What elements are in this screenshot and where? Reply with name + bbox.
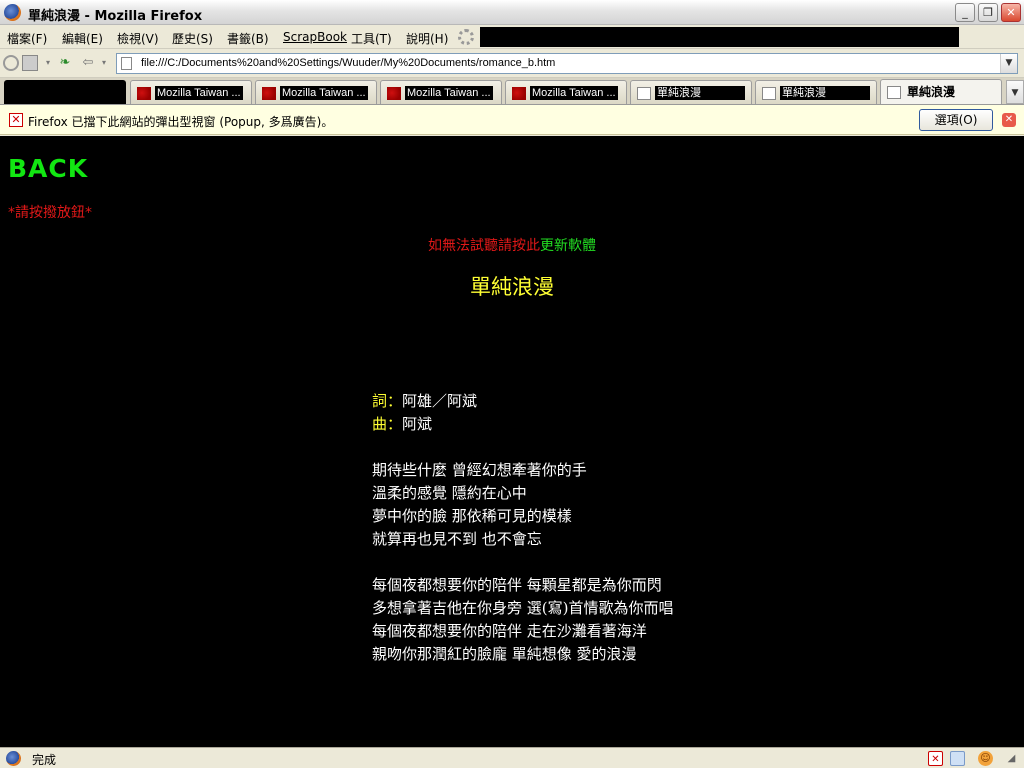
popup-blocked-bar: ✕ Firefox 已擋下此網站的彈出型視窗 (Popup, 多爲廣告)。 選項… xyxy=(0,105,1024,135)
dropdown-arrow-icon[interactable]: ▾ xyxy=(40,55,56,71)
tab-label: 單純浪漫 xyxy=(655,86,745,100)
menu-edit[interactable]: 編輯(E) xyxy=(62,30,103,47)
tab-song-active[interactable]: 單純浪漫 xyxy=(880,79,1002,104)
menu-history[interactable]: 歷史(S) xyxy=(172,30,213,47)
lyric-line: 親吻你那潤紅的臉龐 單純想像 愛的浪漫 xyxy=(372,645,637,663)
tab-redacted[interactable] xyxy=(4,80,126,104)
mozilla-dino-icon xyxy=(137,87,151,100)
minimize-button[interactable]: _ xyxy=(955,3,975,22)
menu-bar: 檔案(F) 編輯(E) 檢視(V) 歷史(S) 書籤(B) ScrapBook … xyxy=(0,25,1024,49)
tab-label: Mozilla Taiwan ... xyxy=(530,86,618,100)
url-bar[interactable]: file:///C:/Documents%20and%20Settings/Wu… xyxy=(116,53,1018,74)
firefox-status-icon xyxy=(6,751,21,766)
tab-label: Mozilla Taiwan ... xyxy=(405,86,493,100)
url-text[interactable]: file:///C:/Documents%20and%20Settings/Wu… xyxy=(141,57,555,69)
page-icon xyxy=(637,87,651,100)
back-button[interactable]: ⇦ xyxy=(80,55,96,71)
settings-gear-icon[interactable] xyxy=(3,55,19,71)
tab-song-2[interactable]: 單純浪漫 xyxy=(755,80,877,104)
play-hint: *請按撥放鈕* xyxy=(8,205,92,221)
history-dropdown-icon[interactable]: ▾ xyxy=(96,55,112,71)
close-window-button[interactable]: ✕ xyxy=(1001,3,1021,22)
song-title: 單純浪漫 xyxy=(470,275,554,299)
menu-bookmarks[interactable]: 書籤(B) xyxy=(227,30,269,47)
mozilla-dino-icon xyxy=(262,87,276,100)
throbber-icon xyxy=(458,29,474,45)
page-content: BACK *請按撥放鈕* 如無法試聽請按此更新軟體 單純浪漫 詞：阿雄／阿斌 曲… xyxy=(0,136,1024,747)
tab-song-1[interactable]: 單純浪漫 xyxy=(630,80,752,104)
status-text: 完成 xyxy=(32,753,57,767)
composer-label: 曲： xyxy=(372,415,403,433)
blocked-popup-icon: ✕ xyxy=(9,113,23,127)
page-icon xyxy=(887,86,901,99)
leaf-icon[interactable]: ❧ xyxy=(57,55,73,71)
window-title: 單純浪漫 - Mozilla Firefox xyxy=(28,9,203,24)
title-bar[interactable]: 單純浪漫 - Mozilla Firefox _ ❐ ✕ xyxy=(0,0,1024,25)
lyric-line: 夢中你的臉 那依稀可見的模樣 xyxy=(372,507,572,525)
tab-mozilla-taiwan-1[interactable]: Mozilla Taiwan ... xyxy=(130,80,252,104)
lyric-line: 每個夜都想要你的陪伴 走在沙灘看著海洋 xyxy=(372,622,647,640)
tab-bar: Mozilla Taiwan ... Mozilla Taiwan ... Mo… xyxy=(0,78,1024,105)
resize-grip-icon[interactable]: ◢ xyxy=(1004,751,1019,766)
redacted-area xyxy=(480,27,959,47)
tab-label: 單純浪漫 xyxy=(907,85,956,99)
lyric-line: 溫柔的感覺 隱約在心中 xyxy=(372,484,527,502)
firefox-logo-icon xyxy=(4,4,21,21)
tab-mozilla-taiwan-2[interactable]: Mozilla Taiwan ... xyxy=(255,80,377,104)
lyricist-line: 詞：阿雄／阿斌 xyxy=(372,390,673,413)
navigation-toolbar: ▾ ❧ ⇦ ▾ file:///C:/Documents%20and%20Set… xyxy=(0,49,1024,78)
mozilla-dino-icon xyxy=(512,87,526,100)
lyrics-block: 詞：阿雄／阿斌 曲：阿斌 期待些什麼 曾經幻想牽著你的手 溫柔的感覺 隱約在心中… xyxy=(372,390,673,666)
tab-label: Mozilla Taiwan ... xyxy=(155,86,243,100)
screenshot-tool-icon[interactable] xyxy=(22,55,38,71)
menu-tools[interactable]: 工具(T) xyxy=(351,30,392,47)
mozilla-dino-icon xyxy=(387,87,401,100)
lyric-line: 每個夜都想要你的陪伴 每顆星都是為你而閃 xyxy=(372,576,662,594)
smiley-status-icon[interactable]: ☺ xyxy=(978,751,993,766)
options-button[interactable]: 選項(O) xyxy=(919,109,993,131)
menu-help[interactable]: 說明(H) xyxy=(406,30,448,47)
menu-view[interactable]: 檢視(V) xyxy=(117,30,159,47)
status-bar: 完成 ✕ ☺ ◢ xyxy=(0,747,1024,768)
lyricist-value: 阿雄／阿斌 xyxy=(402,392,478,410)
tab-label: Mozilla Taiwan ... xyxy=(280,86,368,100)
restore-button[interactable]: ❐ xyxy=(978,3,998,22)
tab-label: 單純浪漫 xyxy=(780,86,870,100)
tab-mozilla-taiwan-4[interactable]: Mozilla Taiwan ... xyxy=(505,80,627,104)
url-dropdown-button[interactable]: ▼ xyxy=(1000,54,1017,73)
composer-line: 曲：阿斌 xyxy=(372,413,673,436)
popup-blocked-status-icon[interactable]: ✕ xyxy=(928,751,943,766)
page-icon xyxy=(762,87,776,100)
update-prefix: 如無法試聽請按此 xyxy=(428,238,540,254)
popup-blocked-message: Firefox 已擋下此網站的彈出型視窗 (Popup, 多爲廣告)。 xyxy=(28,115,334,129)
close-bar-icon[interactable]: ✕ xyxy=(1002,113,1016,127)
lyric-line: 多想拿著吉他在你身旁 選(寫)首情歌為你而唱 xyxy=(372,599,674,617)
sidebar-status-icon[interactable] xyxy=(950,751,965,766)
back-link[interactable]: BACK xyxy=(8,154,88,183)
page-icon xyxy=(121,57,132,70)
tab-list-button[interactable]: ▼ xyxy=(1006,80,1024,104)
lyric-line: 期待些什麼 曾經幻想牽著你的手 xyxy=(372,461,587,479)
tab-mozilla-taiwan-3[interactable]: Mozilla Taiwan ... xyxy=(380,80,502,104)
update-software-link[interactable]: 更新軟體 xyxy=(540,238,596,254)
update-notice: 如無法試聽請按此更新軟體 xyxy=(0,235,1024,255)
lyricist-label: 詞： xyxy=(372,392,403,410)
lyric-line: 就算再也見不到 也不會忘 xyxy=(372,530,542,548)
menu-file[interactable]: 檔案(F) xyxy=(7,30,47,47)
menu-scrapbook[interactable]: ScrapBook xyxy=(283,30,347,44)
composer-value: 阿斌 xyxy=(402,415,433,433)
